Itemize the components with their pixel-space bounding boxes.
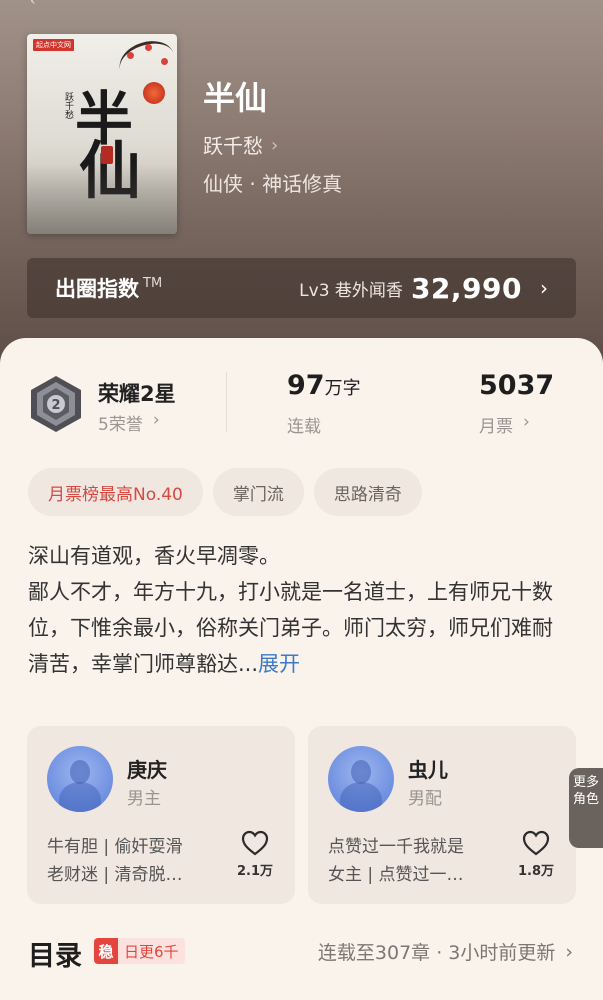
- book-details-panel: 2 荣耀2星 5荣誉 › 97万字 连载 5037 月票 › 月票榜最高No.4…: [0, 338, 603, 1000]
- chevron-right-icon: ›: [523, 412, 530, 432]
- book-title: 半仙: [203, 79, 268, 117]
- trademark-mark: TM: [143, 276, 163, 291]
- monthly-tickets-number: 5037: [479, 370, 555, 401]
- honor-count-link[interactable]: 5荣誉 ›: [98, 410, 160, 435]
- book-genre: 仙侠 · 神话修真: [203, 172, 343, 196]
- honor-medal-icon[interactable]: 2: [28, 374, 84, 434]
- expand-link[interactable]: 展开: [258, 652, 300, 676]
- cover-seal: [101, 146, 113, 164]
- author-name: 跃千愁: [203, 134, 263, 158]
- popularity-index-bar[interactable]: 出圈指数 TM Lv3 巷外闻香 32,990 ›: [27, 258, 576, 318]
- character-role: 男配: [408, 789, 442, 809]
- publisher-badge: 起点中文网: [33, 39, 74, 51]
- like-button[interactable]: 1.8万: [516, 830, 556, 879]
- stats-divider: [226, 372, 227, 432]
- toc-status-link[interactable]: 连载至307章 · 3小时前更新 ›: [318, 938, 573, 965]
- character-tags-line: 牛有胆 | 偷奸耍滑: [47, 837, 183, 857]
- like-count: 1.8万: [517, 864, 555, 879]
- monthly-tickets-link[interactable]: 月票 ›: [479, 412, 530, 437]
- honor-count: 5荣誉: [98, 415, 143, 435]
- description-first-line: 深山有道观，香火早凋零。: [28, 544, 280, 568]
- cover-author-text: 跃千愁: [63, 92, 73, 119]
- blossom-decoration: [145, 44, 152, 51]
- character-card[interactable]: 虫儿 男配 点赞过一千我就是 女主 | 点赞过一… 1.8万: [308, 726, 576, 904]
- character-name: 庚庆: [127, 758, 167, 782]
- monthly-tickets-label: 月票: [479, 417, 513, 437]
- toc-title: 目录: [28, 941, 82, 972]
- update-badge-text: 日更6千: [124, 942, 179, 961]
- toc-status: 连载至307章 · 3小时前更新: [317, 942, 556, 964]
- stable-update-icon: 稳: [94, 938, 118, 964]
- character-role: 男主: [127, 789, 161, 809]
- tag-list: 月票榜最高No.40 掌门流 思路清奇: [28, 468, 422, 516]
- chevron-right-icon: ›: [565, 940, 573, 963]
- more-characters-button[interactable]: 更多角色: [569, 768, 603, 848]
- character-tags-line: 女主 | 点赞过一…: [328, 865, 464, 885]
- word-count-number: 97: [287, 370, 325, 401]
- author-link[interactable]: 跃千愁 ›: [203, 132, 278, 160]
- table-of-contents-row[interactable]: 目录 稳 日更6千 连载至307章 · 3小时前更新 ›: [0, 928, 603, 978]
- serial-status-label: 连载: [287, 417, 321, 437]
- like-button[interactable]: 2.1万: [235, 830, 275, 879]
- character-avatar: [47, 746, 113, 812]
- heart-icon: [522, 830, 550, 856]
- character-name: 虫儿: [408, 758, 448, 782]
- cover-mist: [27, 164, 177, 234]
- book-cover[interactable]: 起点中文网 跃千愁 半 仙: [27, 34, 177, 234]
- tag-item[interactable]: 掌门流: [212, 468, 304, 516]
- svg-text:2: 2: [51, 398, 60, 413]
- character-avatar: [328, 746, 394, 812]
- honor-title[interactable]: 荣耀2星: [98, 378, 176, 408]
- character-tags-line: 老财迷 | 清奇脱…: [47, 865, 183, 885]
- word-count: 97万字: [287, 370, 361, 401]
- character-card[interactable]: 庚庆 男主 牛有胆 | 偷奸耍滑 老财迷 | 清奇脱… 2.1万: [27, 726, 295, 904]
- tag-item[interactable]: 思路清奇: [313, 468, 422, 516]
- back-arrow-icon[interactable]: ‹: [30, 0, 44, 8]
- tag-ranking[interactable]: 月票榜最高No.40: [28, 468, 203, 516]
- blossom-decoration: [127, 52, 134, 59]
- word-count-unit: 万字: [324, 378, 361, 399]
- book-header: ‹ 起点中文网 跃千愁 半 仙 半仙 跃千愁 › 仙侠 · 神话修真 出圈指数 …: [0, 0, 603, 380]
- chevron-right-icon: ›: [540, 276, 548, 300]
- index-label: 出圈指数: [55, 277, 139, 301]
- book-description[interactable]: 深山有道观，香火早凋零。 鄙人不才，年方十九，打小就是一名道士，上有师兄十数位，…: [28, 538, 568, 682]
- chevron-right-icon: ›: [152, 410, 160, 430]
- lantern-decoration: [143, 82, 165, 104]
- chevron-right-icon: ›: [271, 135, 279, 156]
- index-level: Lv3 巷外闻香: [299, 280, 403, 301]
- heart-icon: [241, 830, 269, 856]
- blossom-decoration: [161, 58, 168, 65]
- character-list: 庚庆 男主 牛有胆 | 偷奸耍滑 老财迷 | 清奇脱… 2.1万 虫儿 男配 点…: [27, 726, 603, 904]
- like-count: 2.1万: [236, 864, 274, 879]
- character-tags-line: 点赞过一千我就是: [328, 837, 464, 857]
- index-value: 32,990: [410, 271, 522, 305]
- update-badge: 稳 日更6千: [94, 938, 185, 964]
